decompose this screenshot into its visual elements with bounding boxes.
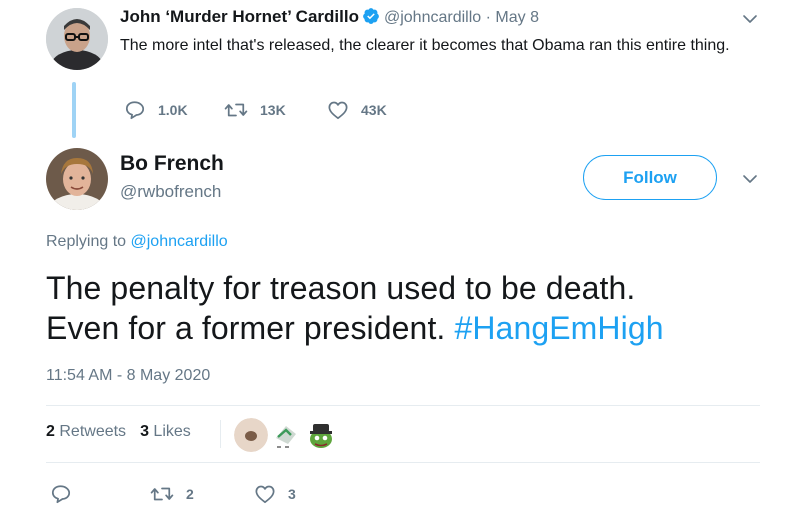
liker-avatar-1[interactable] <box>234 418 268 452</box>
thread-connector-line <box>72 82 76 138</box>
divider <box>46 405 760 406</box>
engagement-stats: 2 Retweets 3 Likes <box>46 423 191 441</box>
tweet-text-line-2: Even for a former president. #HangEmHigh <box>46 308 766 348</box>
like-label: Likes <box>153 423 191 440</box>
likes-stat[interactable]: 3 Likes <box>140 423 191 441</box>
hashtag-link[interactable]: #HangEmHigh <box>454 310 663 346</box>
retweet-label: Retweets <box>59 423 127 440</box>
parent-retweet-count: 13K <box>260 102 286 118</box>
reply-icon <box>51 485 71 504</box>
parent-tweet-text: The more intel that's released, the clea… <box>120 37 730 54</box>
like-icon <box>255 485 275 504</box>
parent-tweet-date[interactable]: May 8 <box>495 9 539 26</box>
parent-author-handle[interactable]: @johncardillo <box>384 9 481 26</box>
tweet-text-line-2-body: Even for a former president. <box>46 310 446 346</box>
parent-author-avatar[interactable] <box>46 8 108 70</box>
like-button[interactable]: 3 <box>254 484 296 504</box>
main-author-handle[interactable]: @rwbofrench <box>120 182 221 202</box>
reply-icon <box>125 101 145 120</box>
retweet-count: 2 <box>46 423 55 440</box>
replying-handle-link[interactable]: @johncardillo <box>131 233 228 250</box>
parent-like-count: 43K <box>361 102 387 118</box>
reply-button[interactable] <box>50 484 84 504</box>
retweet-button[interactable]: 2 <box>150 484 194 504</box>
tweet-text-line-1: The penalty for treason used to be death… <box>46 270 636 306</box>
meta-separator: · <box>485 9 491 26</box>
main-tweet-text: The penalty for treason used to be death… <box>46 268 766 348</box>
verified-badge-icon <box>363 8 379 24</box>
divider <box>46 462 760 463</box>
follow-button[interactable]: Follow <box>583 155 717 200</box>
parent-reply-button[interactable]: 1.0K <box>124 100 188 120</box>
retweet-icon <box>224 103 248 117</box>
bottom-retweet-count: 2 <box>186 486 194 502</box>
parent-reply-count: 1.0K <box>158 102 188 118</box>
bottom-like-count: 3 <box>288 486 296 502</box>
replying-prefix: Replying to <box>46 233 127 250</box>
like-icon <box>328 101 348 120</box>
main-author-avatar[interactable] <box>46 148 108 210</box>
parent-retweet-button[interactable]: 13K <box>224 100 286 120</box>
parent-author-name[interactable]: John ‘Murder Hornet’ Cardillo <box>120 7 359 26</box>
retweets-stat[interactable]: 2 Retweets <box>46 423 126 441</box>
chevron-down-icon[interactable] <box>741 170 759 188</box>
stats-separator <box>220 420 221 448</box>
retweet-icon <box>150 487 174 501</box>
parent-like-button[interactable]: 43K <box>327 100 387 120</box>
liker-avatar-2[interactable] <box>269 418 303 452</box>
like-count: 3 <box>140 423 149 440</box>
tweet-timestamp[interactable]: 11:54 AM - 8 May 2020 <box>46 367 210 385</box>
liker-avatar-3[interactable] <box>304 418 338 452</box>
main-author-name[interactable]: Bo French <box>120 152 224 176</box>
chevron-down-icon[interactable] <box>741 10 759 28</box>
replying-to: Replying to @johncardillo <box>46 233 228 251</box>
parent-tweet-header: John ‘Murder Hornet’ Cardillo @johncardil… <box>120 7 539 27</box>
